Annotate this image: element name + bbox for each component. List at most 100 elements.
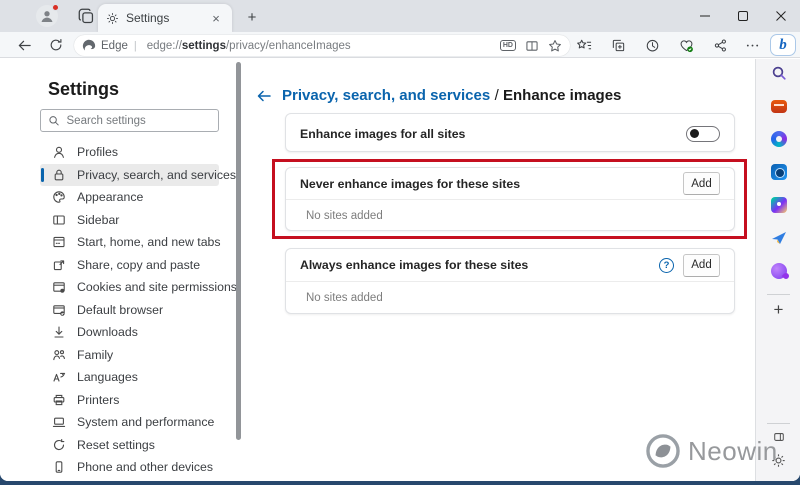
enhance-images-toggle[interactable] (686, 126, 720, 142)
rail-designer-button[interactable] (756, 197, 800, 213)
sidebar-item-cookies[interactable]: Cookies and site permissions (40, 276, 219, 299)
neowin-watermark: Neowin (645, 433, 778, 469)
collections-icon (611, 38, 626, 53)
tab-settings[interactable]: Settings × (98, 4, 232, 32)
sidebar-item-reset[interactable]: Reset settings (40, 434, 219, 457)
selected-accent-bar (41, 168, 44, 182)
titlebar: Settings × + (0, 0, 800, 32)
profile-avatar[interactable] (36, 5, 58, 27)
share-button[interactable] (708, 35, 732, 55)
hd-badge-icon[interactable]: HD (500, 40, 516, 51)
add-site-button-never[interactable]: Add (683, 172, 720, 195)
drop-icon (771, 230, 787, 246)
shopping-icon (771, 100, 787, 113)
rail-shopping-button[interactable] (756, 98, 800, 113)
no-sites-added-text: No sites added (286, 200, 734, 222)
settings-title: Settings (48, 79, 119, 100)
card-enhance-all-sites: Enhance images for all sites (285, 113, 735, 152)
lock-icon (52, 168, 66, 182)
sidebar-item-start-home[interactable]: Start, home, and new tabs (40, 231, 219, 254)
card-title: Always enhance images for these sites (300, 258, 659, 272)
refresh-button[interactable] (44, 35, 68, 55)
reset-icon (52, 438, 66, 452)
sidebar-item-profiles[interactable]: Profiles (40, 141, 219, 164)
reading-mode-icon[interactable] (525, 39, 539, 53)
favorites-bar-icon (577, 38, 592, 53)
breadcrumb-parent-link[interactable]: Privacy, search, and services (282, 87, 490, 104)
edge-sidebar-rail: + (755, 59, 800, 481)
default-browser-icon (52, 303, 66, 317)
bing-copilot-button[interactable]: b (770, 34, 796, 56)
designer-icon (771, 197, 787, 213)
sidebar-item-default-browser[interactable]: Default browser (40, 299, 219, 322)
more-menu-icon (745, 38, 760, 53)
edge-brand-label: Edge (101, 40, 128, 52)
history-button[interactable] (640, 35, 664, 55)
desktop-background: Settings × + (0, 0, 800, 485)
wallet-icon (771, 164, 787, 180)
neowin-text: Neowin (688, 436, 778, 467)
rail-search-button[interactable] (756, 65, 800, 81)
neowin-logo-icon (645, 433, 681, 469)
sidebar-item-printers[interactable]: Printers (40, 389, 219, 412)
close-button[interactable] (762, 0, 800, 32)
rail-copilot-button[interactable] (756, 131, 800, 147)
rail-divider (767, 294, 790, 295)
search-input[interactable] (67, 115, 211, 127)
tab-close-icon[interactable]: × (208, 10, 224, 26)
rail-wallet-button[interactable] (756, 164, 800, 180)
help-icon[interactable]: ? (659, 258, 674, 273)
desktop-edge-strip (0, 481, 800, 485)
languages-icon (52, 370, 66, 384)
breadcrumb-back-icon[interactable] (256, 88, 272, 104)
profile-icon (52, 145, 66, 159)
refresh-icon (49, 38, 63, 52)
maximize-button[interactable] (724, 0, 762, 32)
collections-button[interactable] (606, 35, 630, 55)
rail-games-button[interactable] (756, 263, 800, 279)
sidebar-item-family[interactable]: Family (40, 344, 219, 367)
no-sites-added-text: No sites added (286, 282, 734, 304)
games-icon (771, 263, 787, 279)
share-icon (713, 38, 728, 53)
url-separator: | (134, 40, 137, 52)
settings-search-box[interactable] (40, 109, 219, 132)
sidebar-item-privacy[interactable]: Privacy, search, and services (40, 164, 219, 187)
workspaces-icon[interactable] (78, 8, 95, 25)
favorites-bar-button[interactable] (572, 35, 596, 55)
notification-dot (52, 4, 59, 11)
sidebar-item-system[interactable]: System and performance (40, 411, 219, 434)
browser-essentials-button[interactable] (674, 35, 698, 55)
sidebar-item-phone[interactable]: Phone and other devices (40, 456, 219, 479)
sidebar-panel-icon (52, 213, 66, 227)
add-to-sidebar-icon: + (774, 302, 784, 318)
rail-add-button[interactable]: + (756, 302, 800, 318)
palette-icon (52, 190, 66, 204)
rail-drop-button[interactable] (756, 230, 800, 246)
toggle-knob (690, 129, 699, 138)
search-icon (48, 114, 60, 127)
sidebar-item-appearance[interactable]: Appearance (40, 186, 219, 209)
download-icon (52, 325, 66, 339)
address-bar[interactable]: Edge | edge://settings/privacy/enhanceIm… (74, 35, 570, 56)
sidebar-item-downloads[interactable]: Downloads (40, 321, 219, 344)
browser-essentials-icon (679, 38, 694, 53)
minimize-button[interactable] (686, 0, 724, 32)
back-icon (17, 38, 32, 53)
add-site-button-always[interactable]: Add (683, 254, 720, 277)
back-button[interactable] (12, 35, 36, 55)
tab-title: Settings (126, 11, 208, 25)
sidebar-item-sidebar[interactable]: Sidebar (40, 209, 219, 232)
new-tab-button[interactable]: + (242, 7, 262, 27)
card-title: Enhance images for all sites (300, 127, 686, 141)
phone-icon (52, 460, 66, 474)
navigation-toolbar: Edge | edge://settings/privacy/enhanceIm… (0, 32, 800, 58)
settings-nav: Profiles Privacy, search, and services A… (40, 141, 219, 479)
window-controls (686, 0, 800, 32)
sidebar-item-share-copy[interactable]: Share, copy and paste (40, 254, 219, 277)
more-menu-button[interactable] (740, 35, 764, 55)
sidebar-item-languages[interactable]: Languages (40, 366, 219, 389)
settings-page: Settings Profiles Privacy, search, and s… (0, 59, 800, 481)
favorite-star-icon[interactable] (548, 39, 562, 53)
page-scrollbar[interactable] (236, 62, 241, 440)
